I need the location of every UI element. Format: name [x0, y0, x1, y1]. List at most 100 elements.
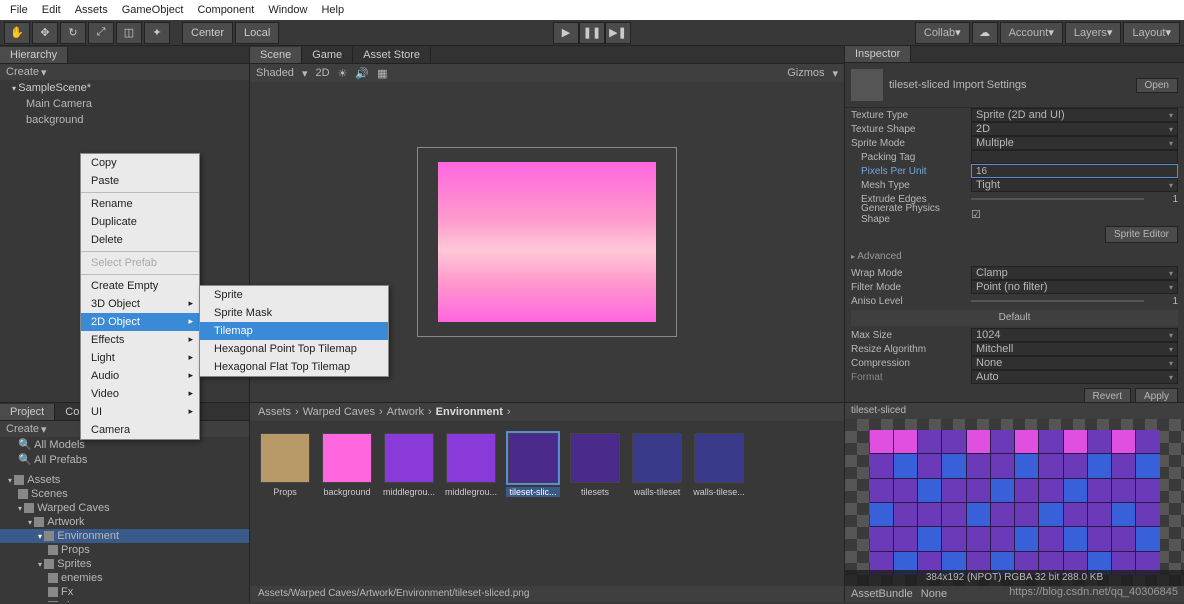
comp-field[interactable]: None▾ [971, 356, 1178, 370]
texture-type-field[interactable]: Sprite (2D and UI)▾ [971, 108, 1178, 122]
crumb-assets[interactable]: Assets [258, 406, 291, 418]
aniso-slider[interactable]: 1 [971, 294, 1178, 308]
ctx-empty[interactable]: Create Empty [81, 277, 199, 295]
ppu-field[interactable]: 16 [971, 164, 1178, 178]
crumb-artwork[interactable]: Artwork [387, 406, 424, 418]
assetbundle-value[interactable]: None [921, 588, 947, 600]
asset-mg1[interactable]: middlegrou... [382, 433, 436, 497]
player-folder[interactable]: player [0, 599, 249, 602]
asset-tilesets[interactable]: tilesets [568, 433, 622, 497]
open-button[interactable]: Open [1136, 78, 1178, 93]
crumb-warped[interactable]: Warped Caves [303, 406, 375, 418]
platform-default[interactable]: Default [851, 310, 1178, 326]
revert-button[interactable]: Revert [1084, 388, 1131, 402]
apply-button[interactable]: Apply [1135, 388, 1178, 402]
scenes-folder[interactable]: Scenes [0, 487, 249, 501]
gizmos-dropdown[interactable]: Gizmos [787, 67, 824, 79]
crumb-environment[interactable]: Environment [436, 406, 503, 418]
sub-sprite[interactable]: Sprite [200, 286, 388, 304]
project-create[interactable]: Create [6, 423, 39, 435]
ctx-paste[interactable]: Paste [81, 172, 199, 190]
props-folder[interactable]: Props [0, 543, 249, 557]
ctx-rename[interactable]: Rename [81, 195, 199, 213]
ctx-audio[interactable]: Audio [81, 367, 199, 385]
pivot-local[interactable]: Local [235, 22, 279, 44]
menu-component[interactable]: Component [191, 2, 260, 18]
genphys-checkbox[interactable]: ☑ [971, 208, 981, 221]
extrude-slider[interactable]: 1 [971, 192, 1178, 206]
sprites-folder[interactable]: Sprites [0, 557, 249, 571]
shading-mode[interactable]: Shaded [256, 67, 294, 79]
hierarchy-item-background[interactable]: background [0, 112, 249, 128]
game-tab[interactable]: Game [302, 47, 353, 63]
project-tab[interactable]: Project [0, 404, 55, 420]
ctx-delete[interactable]: Delete [81, 231, 199, 249]
menu-help[interactable]: Help [315, 2, 350, 18]
hierarchy-item-camera[interactable]: Main Camera [0, 96, 249, 112]
cloud-icon[interactable]: ☁ [972, 22, 998, 44]
texture-shape-field[interactable]: 2D▾ [971, 122, 1178, 136]
ctx-effects[interactable]: Effects [81, 331, 199, 349]
menu-gameobject[interactable]: GameObject [116, 2, 190, 18]
pause-button[interactable]: ❚❚ [579, 22, 605, 44]
sub-hexflat[interactable]: Hexagonal Flat Top Tilemap [200, 358, 388, 376]
collab-dropdown[interactable]: Collab ▾ [915, 22, 970, 44]
mesh-field[interactable]: Tight▾ [971, 178, 1178, 192]
warped-folder[interactable]: Warped Caves [0, 501, 249, 515]
account-dropdown[interactable]: Account ▾ [1000, 22, 1063, 44]
transform-tool[interactable]: ✦ [144, 22, 170, 44]
advanced-foldout[interactable]: Advanced [845, 247, 1184, 266]
artwork-folder[interactable]: Artwork [0, 515, 249, 529]
hierarchy-tab[interactable]: Hierarchy [0, 47, 68, 63]
rotate-tool[interactable]: ↻ [60, 22, 86, 44]
enemies-folder[interactable]: enemies [0, 571, 249, 585]
scene-root[interactable]: SampleScene* [0, 80, 249, 96]
ctx-2d[interactable]: 2D Object [81, 313, 199, 331]
sub-mask[interactable]: Sprite Mask [200, 304, 388, 322]
rect-tool[interactable]: ◫ [116, 22, 142, 44]
hand-tool[interactable]: ✋ [4, 22, 30, 44]
layers-dropdown[interactable]: Layers ▾ [1065, 22, 1122, 44]
ctx-light[interactable]: Light [81, 349, 199, 367]
fx-icon[interactable]: ▦ [377, 67, 387, 80]
scene-tab[interactable]: Scene [250, 47, 302, 63]
scale-tool[interactable]: ⤢ [88, 22, 114, 44]
wrap-field[interactable]: Clamp▾ [971, 266, 1178, 280]
sub-hexpoint[interactable]: Hexagonal Point Top Tilemap [200, 340, 388, 358]
packing-field[interactable] [971, 150, 1178, 164]
asset-props[interactable]: Props [258, 433, 312, 497]
move-tool[interactable]: ✥ [32, 22, 58, 44]
audio-icon[interactable]: 🔊 [355, 67, 369, 80]
ctx-video[interactable]: Video [81, 385, 199, 403]
mode-2d[interactable]: 2D [315, 67, 329, 79]
asset-mg2[interactable]: middlegrou... [444, 433, 498, 497]
hierarchy-create[interactable]: Create [6, 66, 39, 78]
assetstore-tab[interactable]: Asset Store [353, 47, 431, 63]
menu-edit[interactable]: Edit [36, 2, 67, 18]
menu-file[interactable]: File [4, 2, 34, 18]
sub-tilemap[interactable]: Tilemap [200, 322, 388, 340]
menu-assets[interactable]: Assets [69, 2, 114, 18]
maxsize-field[interactable]: 1024▾ [971, 328, 1178, 342]
lighting-icon[interactable]: ☀ [338, 67, 348, 80]
inspector-tab[interactable]: Inspector [845, 46, 911, 62]
asset-background[interactable]: background [320, 433, 374, 497]
ctx-ui[interactable]: UI [81, 403, 199, 421]
asset-tileset-sliced[interactable]: tileset-slic... [506, 433, 560, 497]
ctx-camera[interactable]: Camera [81, 421, 199, 439]
pivot-center[interactable]: Center [182, 22, 233, 44]
assets-folder[interactable]: Assets [0, 473, 249, 487]
asset-walls2[interactable]: walls-tilese... [692, 433, 746, 497]
ctx-copy[interactable]: Copy [81, 154, 199, 172]
sprite-editor-button[interactable]: Sprite Editor [1105, 226, 1178, 243]
preview-area[interactable]: 384x192 (NPOT) RGBA 32 bit 288.0 KB [845, 419, 1184, 586]
asset-walls1[interactable]: walls-tileset [630, 433, 684, 497]
all-prefabs[interactable]: 🔍 All Prefabs [0, 452, 249, 467]
environment-folder[interactable]: Environment [0, 529, 249, 543]
resize-field[interactable]: Mitchell▾ [971, 342, 1178, 356]
fx-folder[interactable]: Fx [0, 585, 249, 599]
filter-field[interactable]: Point (no filter)▾ [971, 280, 1178, 294]
background-sprite[interactable] [438, 162, 656, 322]
sprite-mode-field[interactable]: Multiple▾ [971, 136, 1178, 150]
play-button[interactable]: ▶ [553, 22, 579, 44]
